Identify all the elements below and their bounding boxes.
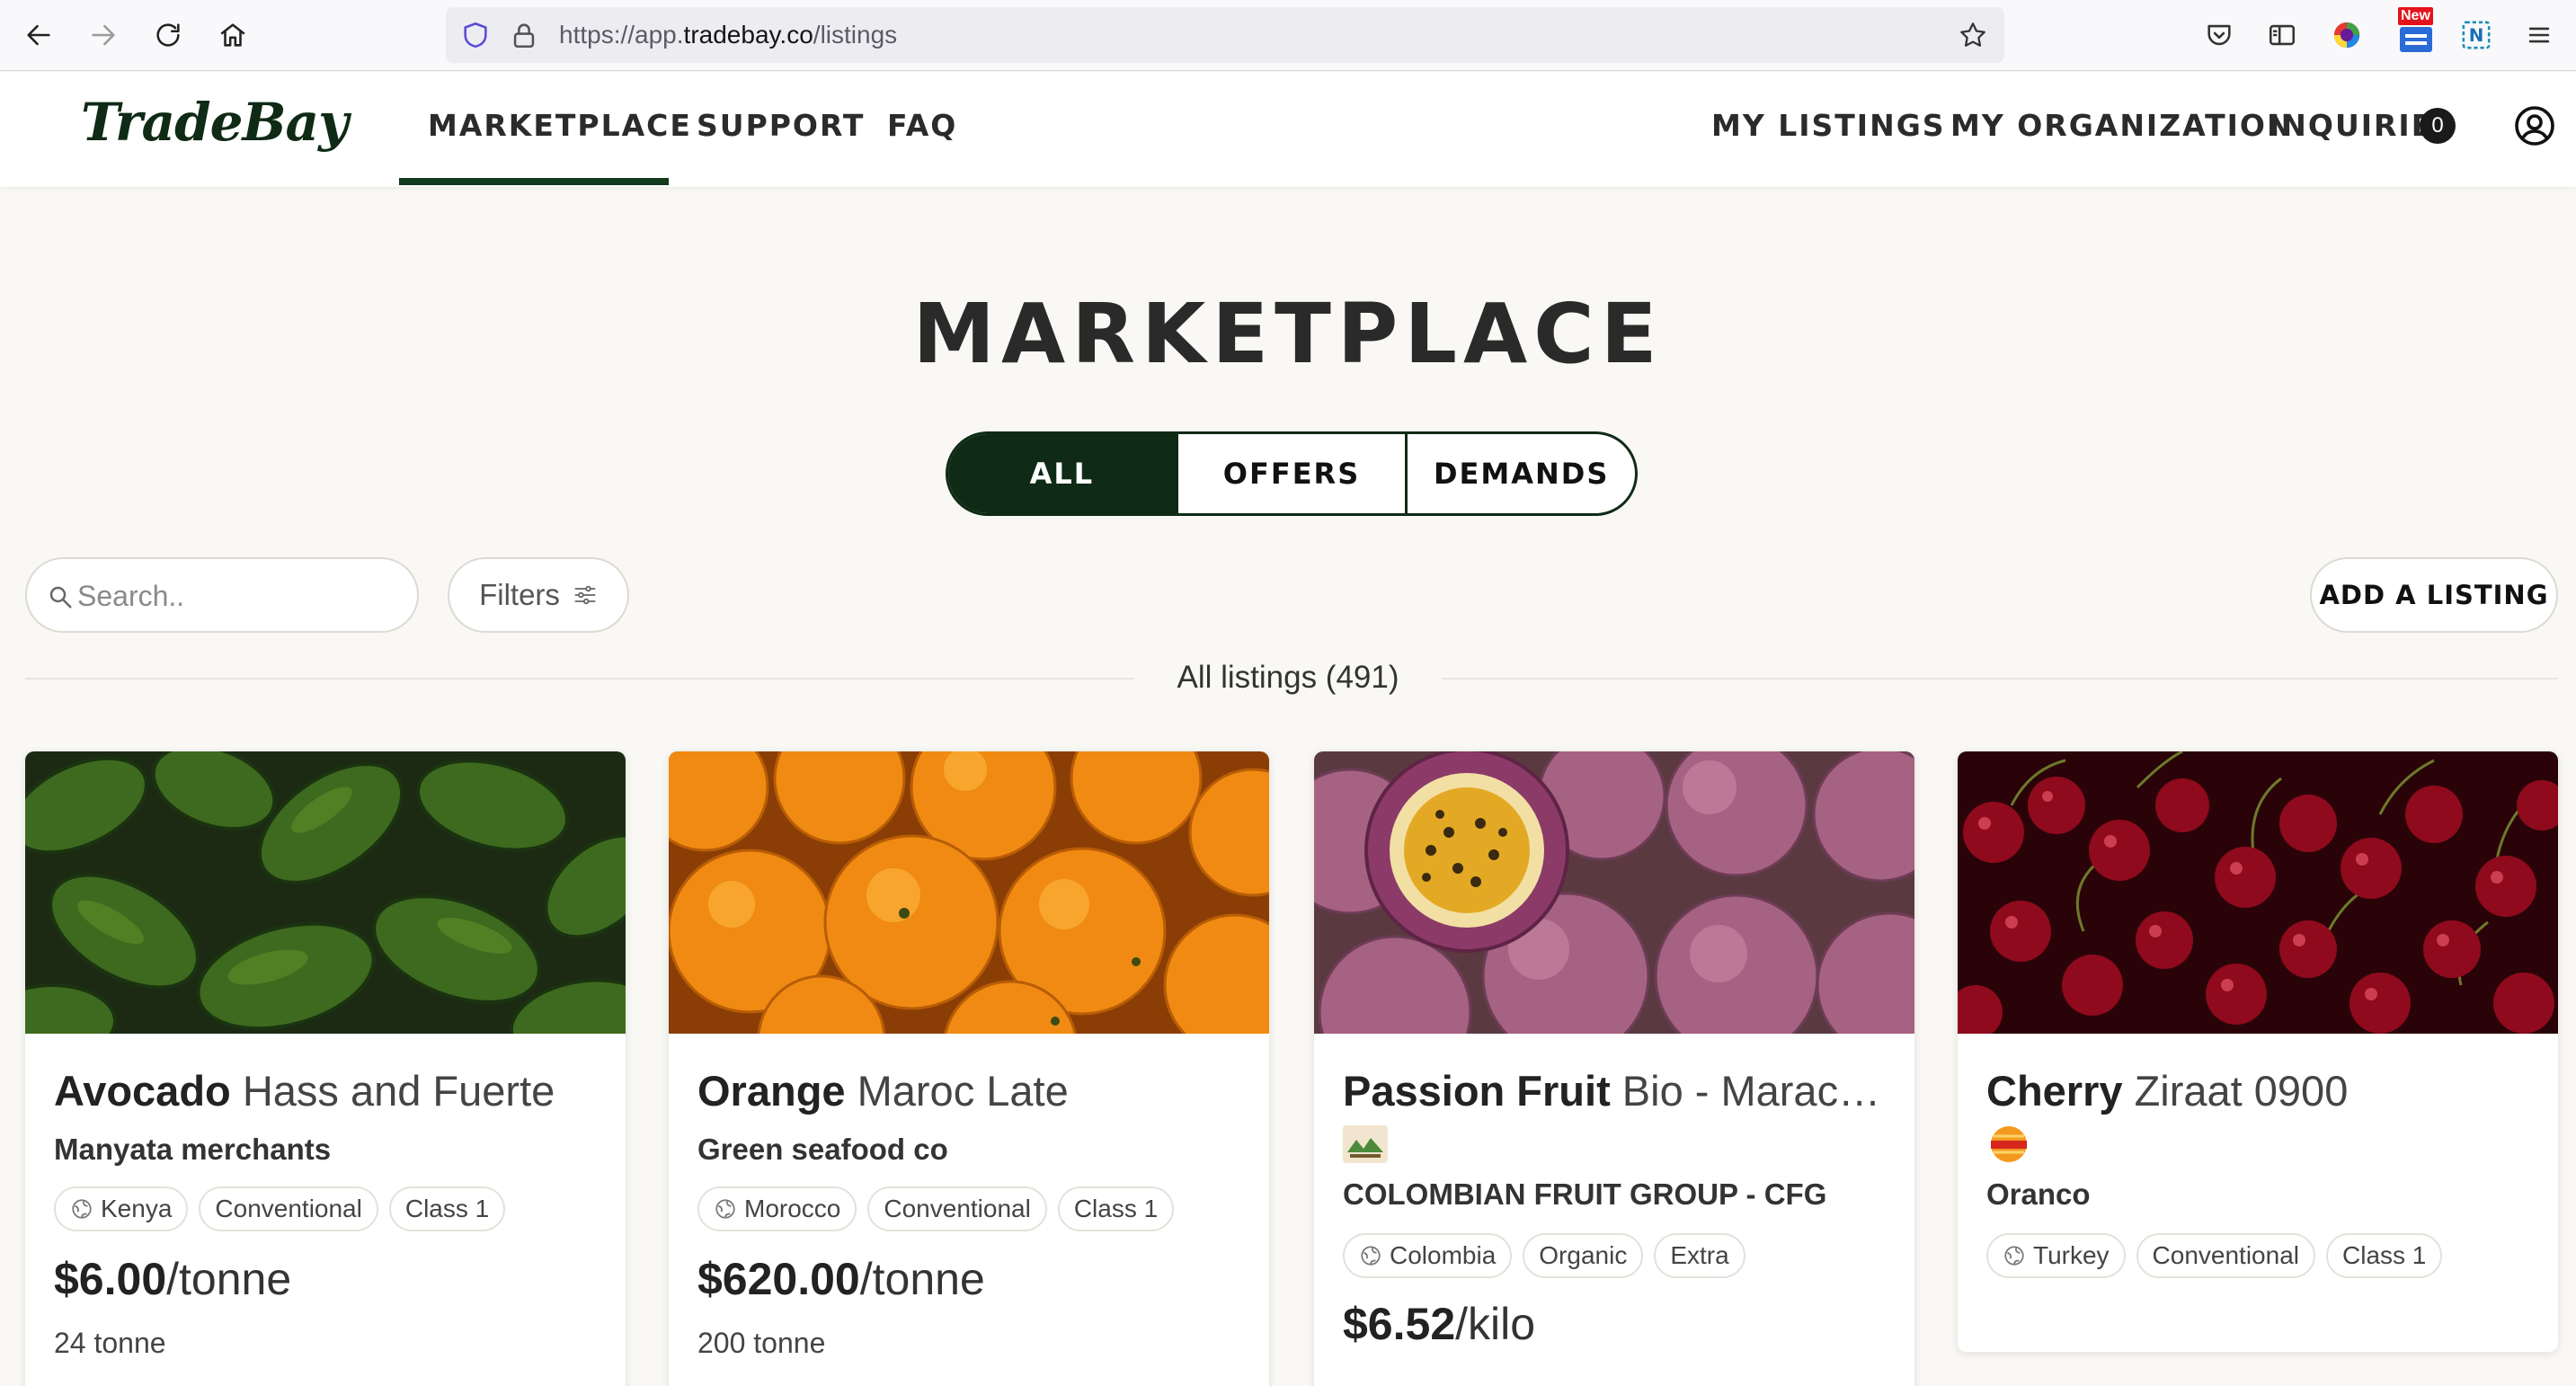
forward-arrow-icon[interactable] [83,14,124,56]
listing-price: $6.00/tonne [54,1254,292,1304]
company-logo-icon [1343,1125,1388,1163]
listing-tags: Turkey Conventional Class 1 [1986,1233,2443,1278]
listing-title: Passion Fruit Bio - Maracuya [1343,1067,1891,1115]
n-extension-icon[interactable]: N [2459,18,2493,52]
class-tag: Extra [1654,1233,1745,1278]
class-tag: Class 1 [388,1186,506,1231]
filters-button[interactable]: Filters [448,557,629,633]
company-name[interactable]: Oranco [1986,1177,2091,1212]
pocket-icon[interactable] [2202,18,2236,52]
search-input[interactable] [77,573,401,618]
sidebar-icon[interactable] [2265,18,2299,52]
page-title: MARKETPLACE [912,286,1664,382]
listing-quantity: 24 tonne [54,1327,166,1359]
filters-label: Filters [479,578,560,611]
inquiries-count-badge: 0 [2420,108,2456,144]
listing-price: $6.52/kilo [1343,1299,1536,1349]
listings-count: All listings (491) [1134,656,1442,699]
site-header: TradeBay MARKETPLACE SUPPORT FAQ MY LIST… [0,72,2576,187]
origin-tag: Turkey [1986,1233,2126,1278]
n-extension-label: N [2469,25,2484,46]
listing-title: Avocado Hass and Fuerte [54,1067,555,1115]
tradebay-logo[interactable]: TradeBay [81,92,349,153]
address-bar[interactable]: https://app.tradebay.co/listings [446,7,2004,63]
reload-icon[interactable] [147,14,189,56]
class-tag: Class 1 [2326,1233,2443,1278]
listing-type-switcher: ALL OFFERS DEMANDS [946,431,1638,516]
back-arrow-icon[interactable] [18,14,59,56]
production-tag: Conventional [2136,1233,2315,1278]
listing-tags: Kenya Conventional Class 1 [54,1186,506,1231]
shield-icon[interactable] [460,20,491,50]
search-box[interactable] [25,557,419,633]
listing-card[interactable]: Cherry Ziraat 0900 Oranco Turkey Convent… [1958,751,2558,1352]
listing-title: Orange Maroc Late [697,1067,1069,1115]
origin-tag: Colombia [1343,1233,1513,1278]
nav-my-listings[interactable]: MY LISTINGS [1711,108,1946,143]
lock-icon[interactable] [509,20,539,50]
nav-support[interactable]: SUPPORT [697,108,865,143]
avocado-photo [25,751,626,1034]
production-tag: Conventional [867,1186,1047,1231]
nav-marketplace[interactable]: MARKETPLACE [428,108,692,143]
sliders-icon [574,585,596,605]
origin-tag: Kenya [54,1186,189,1231]
listing-title: Cherry Ziraat 0900 [1986,1067,2349,1115]
browser-toolbar: https://app.tradebay.co/listings New N [0,0,2576,71]
listing-card[interactable]: Orange Maroc Late Green seafood co Moroc… [669,751,1269,1386]
new-badge: New [2398,7,2433,25]
segment-demands[interactable]: DEMANDS [1408,434,1635,513]
passion-fruit-photo [1314,751,1914,1034]
cherry-photo [1958,751,2558,1034]
nav-my-organization[interactable]: MY ORGANIZATION [1950,108,2294,143]
company-name[interactable]: COLOMBIAN FRUIT GROUP - CFG [1343,1177,1826,1212]
production-tag: Conventional [199,1186,378,1231]
account-icon[interactable] [2513,104,2556,147]
production-tag: Organic [1523,1233,1644,1278]
orange-photo [669,751,1269,1034]
globe-icon [1361,1246,1381,1266]
search-icon [49,586,72,609]
nav-faq[interactable]: FAQ [887,108,957,143]
segment-offers[interactable]: OFFERS [1178,434,1408,513]
origin-tag: Morocco [697,1186,857,1231]
listing-tags: Colombia Organic Extra [1343,1233,1745,1278]
url-text[interactable]: https://app.tradebay.co/listings [559,21,897,49]
company-logo-icon [1991,1126,2027,1162]
menu-icon[interactable] [2522,18,2556,52]
active-nav-indicator [399,178,669,185]
add-listing-button[interactable]: ADD A LISTING [2310,557,2558,633]
class-tag: Class 1 [1057,1186,1175,1231]
listing-tags: Morocco Conventional Class 1 [697,1186,1175,1231]
globe-icon [715,1199,735,1219]
globe-icon [2004,1246,2024,1266]
listing-quantity: 200 tonne [697,1327,826,1359]
segment-all[interactable]: ALL [948,434,1178,513]
company-name[interactable]: Green seafood co [697,1133,948,1167]
listing-price: $620.00/tonne [697,1254,985,1304]
bookmark-star-icon[interactable] [1958,20,1988,50]
listing-card[interactable]: Passion Fruit Bio - Maracuya COLOMBIAN F… [1314,751,1914,1386]
listing-card[interactable]: Avocado Hass and Fuerte Manyata merchant… [25,751,626,1386]
news-extension-icon[interactable]: New [2398,7,2438,52]
home-icon[interactable] [212,14,253,56]
color-wheel-extension-icon[interactable] [2330,18,2364,52]
globe-icon [72,1199,92,1219]
company-name[interactable]: Manyata merchants [54,1133,331,1167]
